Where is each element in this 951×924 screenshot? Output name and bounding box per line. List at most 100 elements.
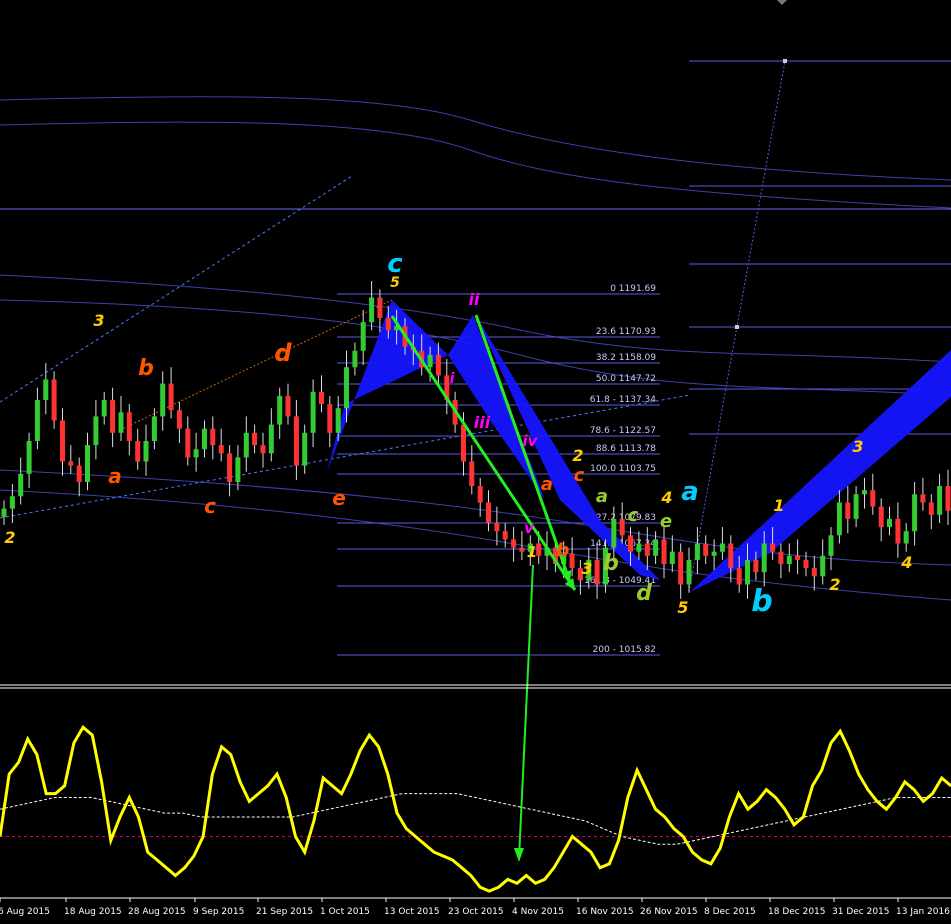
bull-candle — [243, 432, 249, 458]
bull-candle — [937, 486, 943, 515]
wave-label: a — [541, 474, 553, 495]
wave-label: e — [332, 486, 346, 510]
bear-candle — [494, 523, 500, 532]
wave-label: 2 — [829, 575, 840, 594]
wave-label: ii — [469, 290, 480, 309]
bull-candle — [887, 518, 892, 528]
bear-candle — [385, 318, 391, 331]
bear-candle — [878, 506, 884, 528]
bear-candle — [519, 547, 525, 552]
bear-candle — [377, 297, 383, 318]
bear-candle — [461, 424, 466, 462]
bear-candle — [870, 490, 876, 507]
bear-candle — [319, 391, 324, 405]
bull-candle — [202, 428, 207, 450]
wave-label: iii — [474, 413, 491, 432]
bear-candle — [227, 453, 233, 482]
wave-label: a — [596, 486, 608, 507]
fib-level-label: 23.6 1170.93 — [596, 327, 656, 337]
bull-candle — [820, 555, 826, 577]
bull-candle — [34, 400, 40, 441]
bear-candle — [126, 412, 132, 441]
bull-candle — [427, 354, 433, 368]
bear-candle — [895, 518, 901, 544]
bear-candle — [135, 441, 141, 462]
bull-candle — [344, 367, 349, 409]
bear-candle — [252, 432, 258, 446]
wave-label: 5 — [390, 275, 400, 291]
bull-candle — [302, 432, 308, 466]
wave-label: b — [751, 584, 772, 619]
bull-candle — [786, 555, 792, 564]
bear-candle — [703, 543, 709, 556]
fib-level-label: 61.8 - 1137.34 — [590, 395, 656, 405]
wave-label: 2 — [572, 446, 583, 465]
bull-candle — [143, 441, 149, 462]
bull-candle — [352, 350, 358, 368]
date-tick-label: 9 Sep 2015 — [193, 907, 244, 917]
bull-candle — [268, 424, 274, 454]
bear-candle — [486, 502, 491, 523]
bull-candle — [745, 559, 750, 585]
bear-candle — [435, 354, 441, 376]
bear-candle — [803, 559, 809, 569]
wave-label: e — [660, 511, 672, 532]
bear-candle — [51, 379, 57, 421]
date-tick-label: 26 Nov 2015 — [640, 907, 698, 917]
wave-label: a — [108, 464, 122, 488]
bull-candle — [903, 531, 909, 544]
bear-candle — [795, 555, 801, 560]
wave-label: d — [636, 581, 652, 606]
bear-candle — [285, 395, 291, 417]
bear-candle — [811, 568, 817, 577]
bull-candle — [9, 496, 15, 509]
bear-candle — [469, 461, 475, 487]
bull-candle — [836, 502, 842, 536]
bull-candle — [18, 473, 24, 497]
fib-level-label: 200 - 1015.82 — [593, 645, 656, 655]
bear-candle — [728, 543, 734, 569]
bear-candle — [218, 445, 224, 454]
bull-candle — [711, 551, 717, 556]
fib-level-label: 88.6 1113.78 — [596, 444, 656, 454]
bear-candle — [110, 400, 116, 433]
bull-candle — [686, 559, 692, 585]
bull-candle — [611, 518, 617, 548]
wave-label: 3 — [93, 311, 104, 330]
bull-candle — [828, 535, 834, 556]
wave-label: d — [274, 339, 292, 367]
bear-candle — [569, 553, 575, 569]
fib-level-label: 38.2 1158.09 — [596, 353, 656, 363]
bull-candle — [118, 412, 124, 433]
bear-candle — [477, 486, 483, 503]
wave-label: 2 — [4, 528, 15, 547]
date-tick-label: 13 Jan 2016 — [896, 907, 950, 917]
bear-candle — [293, 416, 299, 466]
bear-candle — [753, 559, 759, 573]
bear-candle — [644, 543, 650, 556]
bull-candle — [101, 400, 107, 417]
bull-candle — [653, 539, 659, 556]
wave-label: iv — [523, 432, 539, 450]
fib-level-label: 100.0 1103.75 — [590, 464, 656, 474]
wave-label: 3 — [852, 437, 863, 456]
fib-level-label: 0 1191.69 — [610, 284, 656, 294]
bull-candle — [277, 395, 283, 425]
date-tick-label: 1 Oct 2015 — [320, 907, 370, 917]
bull-candle — [761, 543, 767, 573]
chart-background — [0, 0, 951, 924]
wave-label: i — [450, 371, 455, 387]
wave-label: b — [138, 356, 154, 381]
wave-label: 4 — [900, 553, 912, 572]
bear-candle — [260, 445, 266, 454]
wave-label: b — [603, 551, 619, 576]
date-tick-label: 18 Aug 2015 — [64, 907, 122, 917]
date-tick-label: 13 Oct 2015 — [384, 907, 440, 917]
bull-candle — [85, 445, 90, 482]
bear-candle — [778, 551, 784, 564]
bear-candle — [176, 410, 182, 429]
bear-candle — [920, 494, 926, 503]
bull-candle — [719, 543, 725, 552]
fib-level-label: 78.6 - 1122.57 — [590, 426, 656, 436]
bull-candle — [862, 490, 867, 495]
